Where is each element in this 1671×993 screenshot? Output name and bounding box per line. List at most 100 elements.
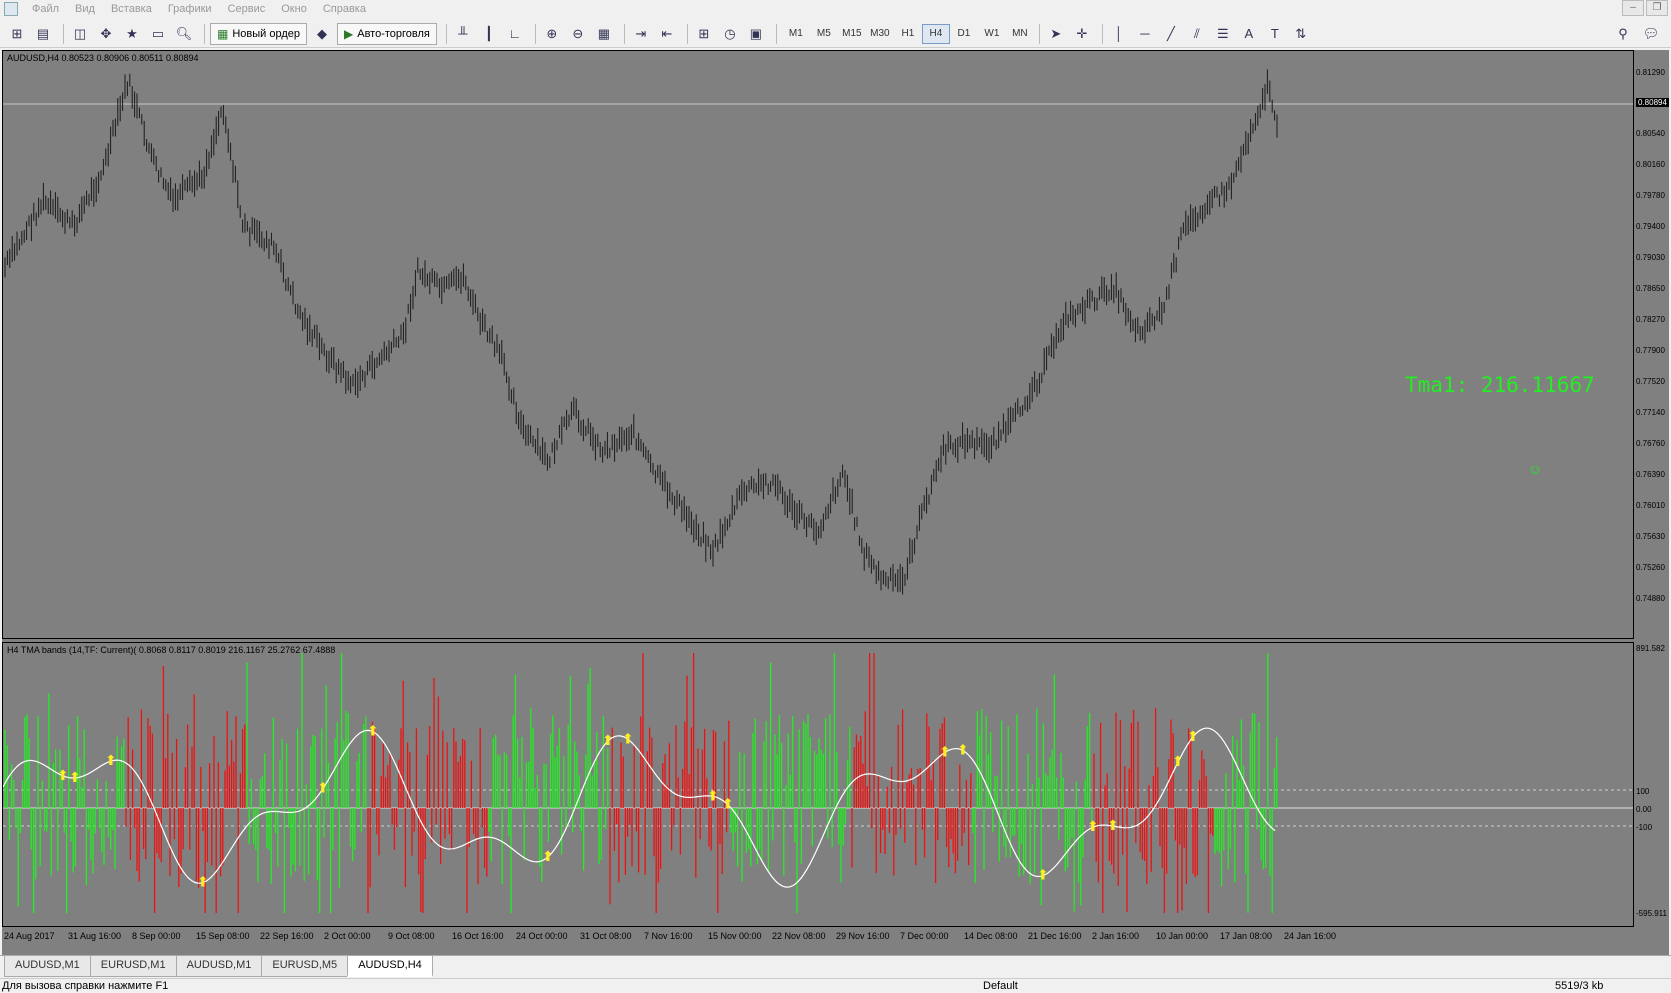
toolbar-separator [1101,23,1103,44]
timeframe-m1[interactable]: M1 [782,24,810,44]
timeframe-mn[interactable]: MN [1006,24,1034,44]
menu-window[interactable]: Окно [273,3,315,15]
auto-trading-label: Авто-торговля [357,27,430,40]
timeframe-d1[interactable]: D1 [950,24,978,44]
chart-shift-icon[interactable]: ⇤ [656,23,678,45]
timeframe-h1[interactable]: H1 [894,24,922,44]
indicator-axis-label: 100 [1636,787,1650,796]
time-axis-label: 7 Nov 16:00 [644,931,693,941]
toolbar-separator [204,23,205,44]
price-axis-label: 0.80540 [1636,129,1665,138]
indicator-axis[interactable]: 891.582 100 0.00 -100 -595.911 [1636,642,1669,927]
indicators-icon[interactable]: ⊞ [693,23,715,45]
text-label-icon[interactable]: T [1264,23,1286,45]
chart-tab[interactable]: AUDUSD,H4 [347,956,433,977]
data-window-icon[interactable]: ✥ [95,23,117,45]
toolbar-separator [63,23,64,44]
indicator-axis-label: 0.00 [1636,805,1652,814]
auto-trading-button[interactable]: ▶ Авто-торговля [337,22,437,45]
menu-file[interactable]: Файл [24,3,67,15]
menu-tools[interactable]: Сервис [220,3,274,15]
arrows-icon[interactable]: ⇅ [1290,23,1312,45]
price-axis-label: 0.81290 [1636,68,1665,77]
timeframe-m15[interactable]: M15 [838,24,866,44]
candlestick-icon[interactable]: ┃ [478,23,500,45]
autoscroll-icon[interactable]: ⇥ [630,23,652,45]
signal-arrow: ⬆ [957,743,969,759]
line-chart-icon[interactable]: ∟ [504,23,526,45]
signal-arrow: ⬆ [1172,754,1184,770]
price-axis-label: 0.77900 [1636,346,1665,355]
chart-tab[interactable]: AUDUSD,M1 [175,956,263,977]
signal-arrow: ⬆ [197,875,209,891]
templates-icon[interactable]: ▣ [745,23,767,45]
toolbar-separator [775,23,777,44]
time-axis-label: 22 Nov 08:00 [772,931,826,941]
tester-icon[interactable]: 🔍︎ [173,23,195,45]
indicator-axis-label: 891.582 [1636,644,1665,653]
tile-windows-icon[interactable]: ▦ [593,23,615,45]
menu-view[interactable]: Вид [67,3,103,15]
search-icon[interactable]: ⚲ [1612,23,1634,45]
signal-arrow: ⬆ [602,733,614,749]
menu-bar: Файл Вид Вставка Графики Сервис Окно Спр… [0,0,1671,18]
chart-tab[interactable]: EURUSD,M5 [261,956,349,977]
vertical-line-icon[interactable]: │ [1108,23,1130,45]
signal-arrow: ⬆ [69,770,81,786]
time-axis-label: 31 Aug 16:00 [68,931,122,941]
trendline-icon[interactable]: ╱ [1160,23,1182,45]
timeframe-w1[interactable]: W1 [978,24,1006,44]
navigator-icon[interactable]: ★ [121,23,143,45]
market-watch-icon[interactable]: ◫ [69,23,91,45]
minimize-button[interactable]: – [1622,0,1644,16]
new-chart-icon[interactable]: ⊞ [6,23,28,45]
zoom-out-icon[interactable]: ⊖ [567,23,589,45]
signal-arrow: ⬆ [1107,818,1119,834]
new-order-button[interactable]: ▦ Новый ордер [210,22,307,45]
price-axis-label: 0.74880 [1636,594,1665,603]
bar-chart-icon[interactable]: ╨ [452,23,474,45]
price-axis-label: 0.79780 [1636,191,1665,200]
chart-tab[interactable]: AUDUSD,M1 [4,956,91,977]
zoom-in-icon[interactable]: ⊕ [541,23,563,45]
toolbar-separator [1038,23,1040,44]
timeframe-h4[interactable]: H4 [921,23,950,44]
signal-arrow: ⬆ [1187,729,1199,745]
chart-tab[interactable]: EURUSD,M1 [89,956,177,977]
channel-icon[interactable]: ⫽ [1186,23,1208,45]
metaeditor-icon[interactable]: ◆ [311,23,333,45]
text-icon[interactable]: A [1238,23,1260,45]
price-pane[interactable]: AUDUSD,H4 0.80523 0.80906 0.80511 0.8089… [2,50,1634,639]
crosshair-icon[interactable]: ✛ [1071,23,1093,45]
restore-button[interactable]: ❐ [1646,0,1668,16]
timeframe-m30[interactable]: M30 [866,24,894,44]
price-axis-label: 0.78270 [1636,315,1665,324]
price-axis-label: 0.77520 [1636,377,1665,386]
time-axis-label: 2 Oct 00:00 [324,931,371,941]
horizontal-line-icon[interactable]: ─ [1134,23,1156,45]
menu-charts[interactable]: Графики [160,3,220,15]
cursor-icon[interactable]: ➤ [1045,23,1067,45]
menu-insert[interactable]: Вставка [103,3,160,15]
chart-window[interactable]: AUDUSD,H4 0.80523 0.80906 0.80511 0.8089… [2,50,1669,955]
indicator-pane[interactable]: ⬆ ⬆ ⬆ ⬆ ⬆ ⬆ ⬆ ⬆ ⬆ ⬆ ⬆ ⬆ ⬆ ⬆ ⬆ ⬆ ⬆ ⬆ H4 TMA bands (14,TF: … [2,642,1634,927]
profiles-icon[interactable]: ▤ [32,23,54,45]
signal-arrow: ⬆ [542,849,554,865]
price-chart-svg [3,69,1633,595]
time-axis[interactable]: 24 Aug 2017 31 Aug 16:00 8 Sep 00:00 15 Sep… [2,929,1634,949]
chat-icon[interactable]: 💬︎ [1640,23,1662,45]
new-order-label: Новый ордер [232,27,300,40]
time-axis-label: 14 Dec 08:00 [964,931,1018,941]
time-axis-label: 22 Sep 16:00 [260,931,314,941]
fibonacci-icon[interactable]: ☰ [1212,23,1234,45]
toolbar-separator [534,23,536,44]
terminal-icon[interactable]: ▭ [147,23,169,45]
menu-help[interactable]: Справка [315,3,374,15]
periods-icon[interactable]: ◷ [719,23,741,45]
timeframe-m5[interactable]: M5 [810,24,838,44]
signal-arrow: ⬆ [1087,819,1099,835]
price-axis-label: 0.80160 [1636,160,1665,169]
signal-arrow: ⬆ [317,781,329,797]
price-axis[interactable]: 0.81290 0.80540 0.80160 0.79780 0.79400 0.790… [1636,50,1669,639]
price-axis-label: 0.75630 [1636,532,1665,541]
